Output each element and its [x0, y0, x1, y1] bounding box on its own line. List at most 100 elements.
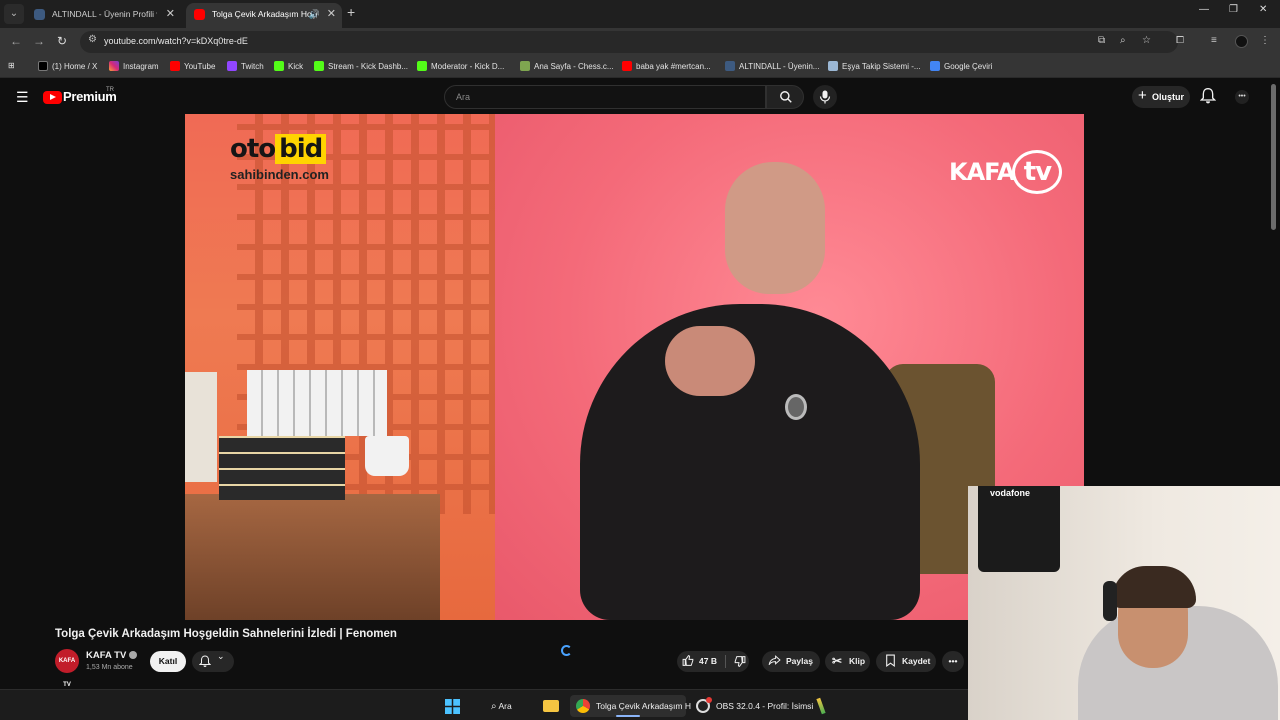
taskbar-app-pen[interactable] [812, 695, 830, 717]
taskbar-search[interactable]: ⌕ Ara [482, 695, 538, 717]
bookmark-label: Moderator - Kick D... [431, 62, 505, 71]
back-icon[interactable]: ← [10, 34, 22, 48]
search-placeholder: Ara [456, 92, 471, 102]
bookmark-label: Instagram [123, 62, 159, 71]
channel-name[interactable]: KAFA TV [86, 650, 138, 661]
menu-hamburger-icon[interactable]: ☰ [16, 89, 29, 106]
watermark-left: KAFA [949, 158, 1015, 186]
bookmark-altindall[interactable]: ALTINDALL - Üyenin... [725, 61, 819, 71]
verified-badge-icon [129, 651, 138, 659]
menu-kebab-icon[interactable]: ⋮ [1260, 35, 1270, 46]
thumbs-up-icon[interactable] [682, 654, 695, 667]
bookmark-kick[interactable]: Kick [274, 61, 303, 71]
search-icon [780, 91, 792, 103]
site-info-icon[interactable]: ⚙ [88, 34, 97, 45]
bookmark-label: Twitch [241, 62, 264, 71]
translate-icon [930, 61, 940, 71]
reload-icon[interactable]: ↻ [57, 34, 67, 48]
minimize-icon[interactable]: — [1199, 4, 1209, 15]
bookmarks-bar: ⊞ (1) Home / X Instagram YouTube Twitch … [0, 56, 1280, 78]
like-count[interactable]: 47 B [699, 651, 717, 672]
bookmark-kick-moderator[interactable]: Moderator - Kick D... [417, 61, 504, 71]
search-input[interactable]: Ara [444, 85, 766, 109]
region-code: TR [106, 87, 114, 93]
create-button[interactable]: Oluştur [1132, 85, 1190, 108]
share-label: Paylaş [786, 656, 813, 666]
loading-spinner-icon [561, 645, 572, 656]
join-button[interactable]: Katıl [150, 651, 186, 672]
youtube-logo-icon[interactable] [43, 91, 62, 104]
bookmark-chess[interactable]: Ana Sayfa - Chess.c... [520, 61, 614, 71]
bookmark-label: YouTube [184, 62, 216, 71]
channel-watermark-logo: KAFA tv [949, 150, 1063, 194]
taskbar-chrome-window[interactable]: Tolga Çevik Arkadaşım H [570, 695, 691, 717]
sponsor-logo: oto bid [230, 134, 327, 164]
sponsor-logo-accent: bid [275, 134, 327, 164]
save-button[interactable]: Kaydet [876, 651, 936, 672]
zoom-icon[interactable]: ⌕ [1120, 35, 1126, 46]
bookmark-instagram[interactable]: Instagram [109, 61, 159, 71]
chrome-logo-icon [576, 699, 590, 713]
browser-profile-avatar[interactable] [1235, 35, 1248, 48]
bookmark-baba-yak[interactable]: baba yak #mertcan... [622, 61, 711, 71]
channel-avatar[interactable]: KAFA TV [55, 649, 79, 688]
youtube-icon [622, 61, 632, 71]
account-avatar[interactable]: ••• [1235, 90, 1249, 104]
jersey-sponsor-text: vodafone [990, 488, 1031, 498]
feather-icon [828, 61, 838, 71]
bookmark-label: Stream - Kick Dashb... [328, 62, 409, 71]
page-scrollbar[interactable] [1271, 84, 1276, 230]
close-tab-icon[interactable]: ✕ [166, 3, 175, 25]
voice-search-button[interactable] [813, 85, 837, 109]
thumbs-down-icon[interactable] [733, 655, 746, 668]
search-button[interactable] [766, 85, 804, 109]
save-label: Kaydet [902, 656, 931, 666]
subscription-notifications-button[interactable]: ⌄ [192, 651, 234, 672]
bookmark-label: Kick [288, 62, 304, 71]
tab-altindall[interactable]: ALTINDALL - Üyenin Profili ve İs ✕ [26, 3, 181, 28]
close-window-icon[interactable]: ✕ [1259, 4, 1267, 15]
restore-icon[interactable]: ❐ [1229, 4, 1238, 15]
tab-youtube-active[interactable]: Tolga Çevik Arkadaşım Hoşgeldin 🔊 ✕ [186, 3, 342, 28]
video-title: Tolga Çevik Arkadaşım Hoşgeldin Sahneler… [55, 628, 397, 640]
url-text[interactable]: youtube.com/watch?v=kDXq0tre-dE [104, 36, 248, 46]
bookmark-x[interactable]: (1) Home / X [38, 61, 97, 71]
video-frame-watch [785, 394, 807, 420]
media-control-icon[interactable]: ≡ [1211, 35, 1217, 46]
bookmark-twitch[interactable]: Twitch [227, 61, 264, 71]
youtube-favicon-icon [194, 9, 205, 20]
sponsor-logo-sub: sahibinden.com [230, 167, 329, 182]
folder-icon [543, 700, 559, 712]
audio-playing-icon[interactable]: 🔊 [309, 3, 320, 25]
extensions-icon[interactable]: ⧠ [1176, 35, 1184, 46]
notifications-bell-icon[interactable] [1200, 87, 1216, 105]
taskbar-obs-window[interactable]: OBS 32.0.4 - Profil: İsimsi [692, 695, 813, 717]
video-frame-guest-head [725, 162, 825, 294]
site-icon [725, 61, 735, 71]
video-player[interactable]: oto bid sahibinden.com KAFA tv [185, 114, 1084, 620]
start-button[interactable] [443, 695, 463, 717]
channel-name-text[interactable]: KAFA TV [86, 650, 126, 661]
video-frame-guest-hands [665, 326, 755, 396]
new-tab-icon[interactable]: + [347, 4, 355, 20]
tab-search-button[interactable]: ⌄ [4, 4, 24, 24]
bookmark-kick-dashboard[interactable]: Stream - Kick Dashb... [314, 61, 408, 71]
video-frame-book-cover [185, 372, 217, 482]
close-tab-icon[interactable]: ✕ [327, 3, 336, 25]
address-bar[interactable]: ⚙ youtube.com/watch?v=kDXq0tre-dE ⧉ ⌕ ☆ [80, 31, 1178, 53]
forward-icon[interactable]: → [33, 34, 45, 48]
bookmark-esya-takip[interactable]: Eşya Takip Sistemi -... [828, 61, 921, 71]
bookmark-youtube[interactable]: YouTube [170, 61, 215, 71]
share-button[interactable]: Paylaş [762, 651, 820, 672]
more-actions-button[interactable]: ••• [942, 651, 964, 672]
taskbar-chrome-label: Tolga Çevik Arkadaşım H [596, 701, 691, 711]
active-window-indicator [616, 715, 640, 717]
tab-title: ALTINDALL - Üyenin Profili ve İs [52, 9, 157, 19]
bookmark-google-translate[interactable]: Google Çeviri [930, 61, 992, 71]
install-app-icon[interactable]: ⧉ [1098, 35, 1105, 46]
clip-button[interactable]: ✂ Klip [825, 651, 870, 672]
apps-grid-icon[interactable]: ⊞ [8, 61, 15, 70]
bookmark-star-icon[interactable]: ☆ [1142, 35, 1151, 46]
file-explorer-button[interactable] [543, 695, 563, 717]
video-frame-dvds [219, 436, 345, 500]
